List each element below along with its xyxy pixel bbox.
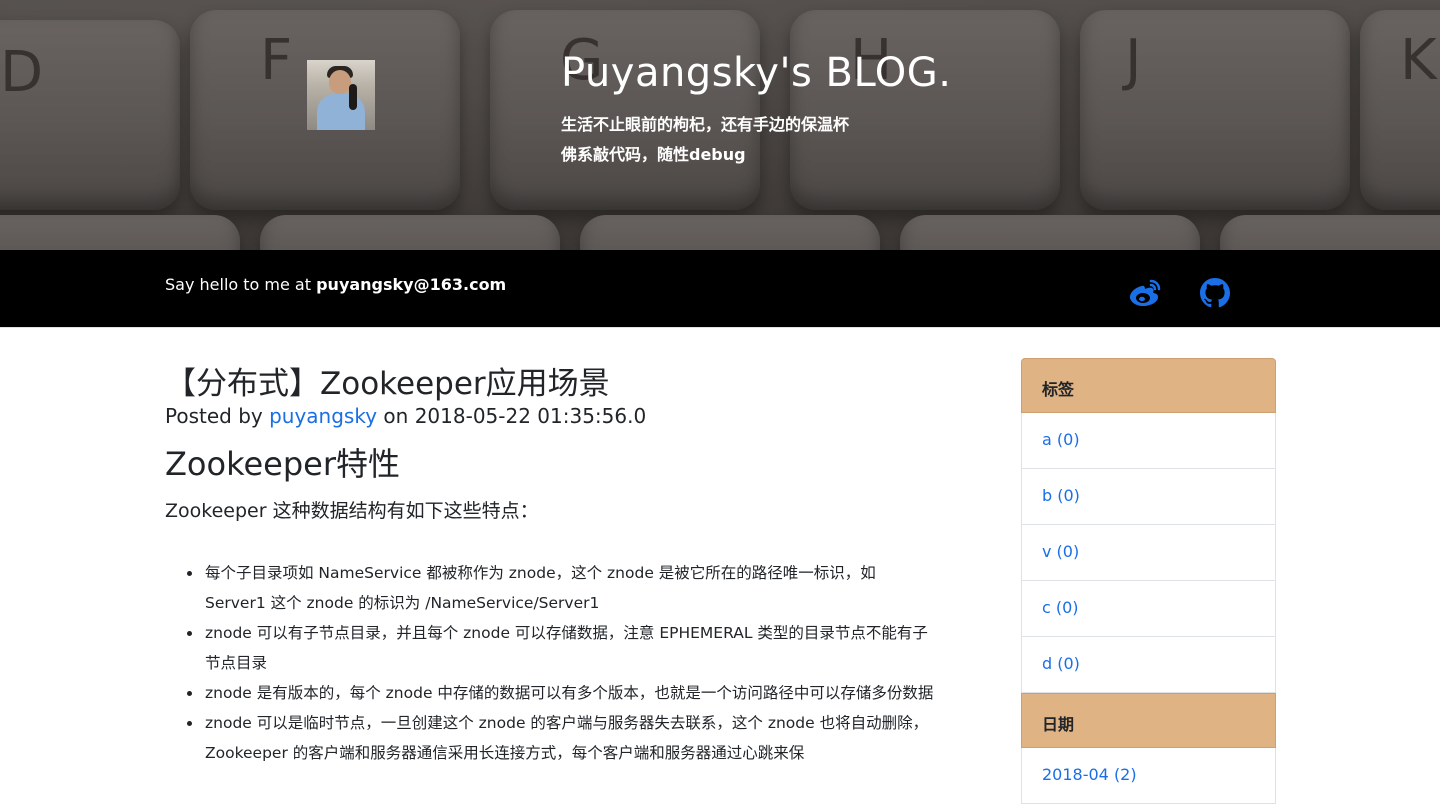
- section-heading: Zookeeper特性: [165, 445, 401, 483]
- github-icon[interactable]: [1200, 278, 1232, 308]
- feature-list: 每个子目录项如 NameService 都被称作为 znode，这个 znode…: [165, 558, 940, 768]
- contact-prefix: Say hello to me at: [165, 275, 317, 294]
- contact-bar: Say hello to me at puyangsky@163.com: [0, 250, 1440, 327]
- tag-item-v[interactable]: v (0): [1021, 525, 1276, 581]
- intro-paragraph: Zookeeper 这种数据结构有如下这些特点：: [165, 500, 539, 522]
- contact-email[interactable]: puyangsky@163.com: [316, 275, 506, 294]
- dates-heading: 日期: [1021, 693, 1276, 748]
- list-item: znode 可以有子节点目录，并且每个 znode 可以存储数据，注意 EPHE…: [187, 618, 940, 678]
- post-meta: Posted by puyangsky on 2018-05-22 01:35:…: [165, 404, 647, 428]
- author-link[interactable]: puyangsky: [269, 404, 377, 428]
- weibo-icon[interactable]: [1128, 278, 1161, 308]
- tags-heading: 标签: [1021, 358, 1276, 413]
- site-title: Puyangsky's BLOG.: [561, 50, 952, 96]
- tag-item-d[interactable]: d (0): [1021, 637, 1276, 693]
- divider: [0, 327, 1440, 328]
- avatar: [307, 60, 375, 130]
- list-item: znode 是有版本的，每个 znode 中存储的数据可以有多个版本，也就是一个…: [187, 678, 940, 708]
- site-subtitle-1: 生活不止眼前的枸杞，还有手边的保温杯: [561, 115, 850, 134]
- date-item-2018-04[interactable]: 2018-04 (2): [1021, 748, 1276, 804]
- contact-text: Say hello to me at puyangsky@163.com: [165, 275, 506, 294]
- sidebar: 标签 a (0) b (0) v (0) c (0) d (0) 日期 2018…: [1021, 358, 1276, 804]
- list-item: 每个子目录项如 NameService 都被称作为 znode，这个 znode…: [187, 558, 940, 618]
- tag-item-c[interactable]: c (0): [1021, 581, 1276, 637]
- list-item: znode 可以是临时节点，一旦创建这个 znode 的客户端与服务器失去联系，…: [187, 708, 940, 768]
- post-date: 2018-05-22 01:35:56.0: [414, 404, 647, 428]
- tag-item-b[interactable]: b (0): [1021, 469, 1276, 525]
- header-banner: D F G H J K Puyangsky's BLOG. 生活不止眼前的枸杞，…: [0, 0, 1440, 250]
- post-title: 【分布式】Zookeeper应用场景: [165, 366, 610, 402]
- tag-item-a[interactable]: a (0): [1021, 413, 1276, 469]
- site-subtitle-2: 佛系敲代码，随性debug: [561, 145, 746, 164]
